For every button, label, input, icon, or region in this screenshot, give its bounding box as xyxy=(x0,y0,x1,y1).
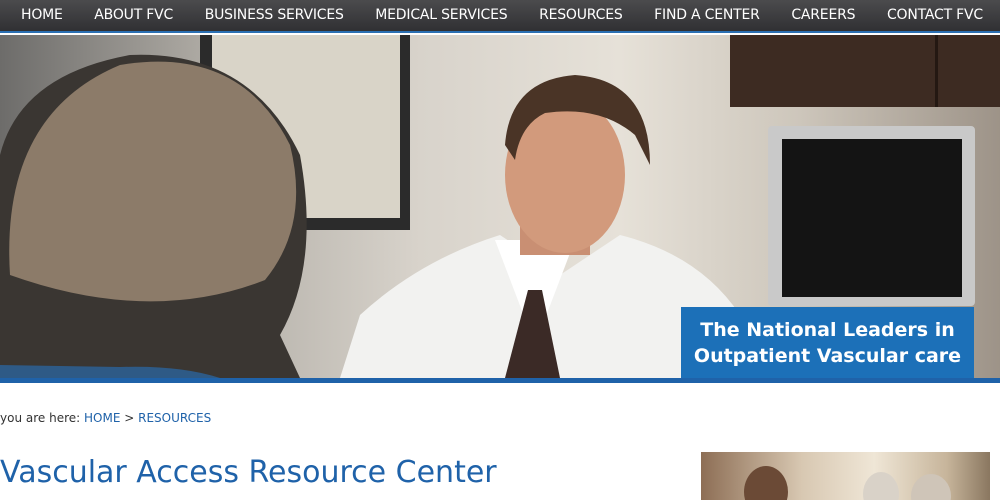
nav-resources[interactable]: RESOURCES xyxy=(539,0,623,32)
nav-home[interactable]: HOME xyxy=(21,0,63,32)
nav-contact-fvc[interactable]: CONTACT FVC xyxy=(887,0,983,32)
side-photo-illustration xyxy=(744,466,951,500)
breadcrumb-current-link[interactable]: RESOURCES xyxy=(138,411,211,425)
breadcrumb-home-link[interactable]: HOME xyxy=(84,411,120,425)
page-title: Vascular Access Resource Center xyxy=(0,455,497,490)
breadcrumb-separator: > xyxy=(124,411,135,425)
breadcrumb-prefix: you are here: xyxy=(0,411,81,425)
tagline-line-1: The National Leaders in xyxy=(700,318,955,341)
side-photo xyxy=(701,452,990,500)
monitor-screen xyxy=(782,139,962,297)
main-nav: HOME ABOUT FVC BUSINESS SERVICES MEDICAL… xyxy=(0,0,1000,33)
hero-divider xyxy=(0,378,1000,383)
nav-business-services[interactable]: BUSINESS SERVICES xyxy=(205,0,344,32)
wall-cabinet xyxy=(730,35,1000,107)
nav-careers[interactable]: CAREERS xyxy=(791,0,855,32)
breadcrumb: you are here: HOME > RESOURCES xyxy=(0,411,211,425)
tagline-line-2: Outpatient Vascular care xyxy=(693,344,962,367)
nav-find-a-center[interactable]: FIND A CENTER xyxy=(654,0,760,32)
nav-medical-services[interactable]: MEDICAL SERVICES xyxy=(375,0,507,32)
nav-about-fvc[interactable]: ABOUT FVC xyxy=(94,0,173,32)
hero-tagline: The National Leaders in Outpatient Vascu… xyxy=(681,307,974,378)
